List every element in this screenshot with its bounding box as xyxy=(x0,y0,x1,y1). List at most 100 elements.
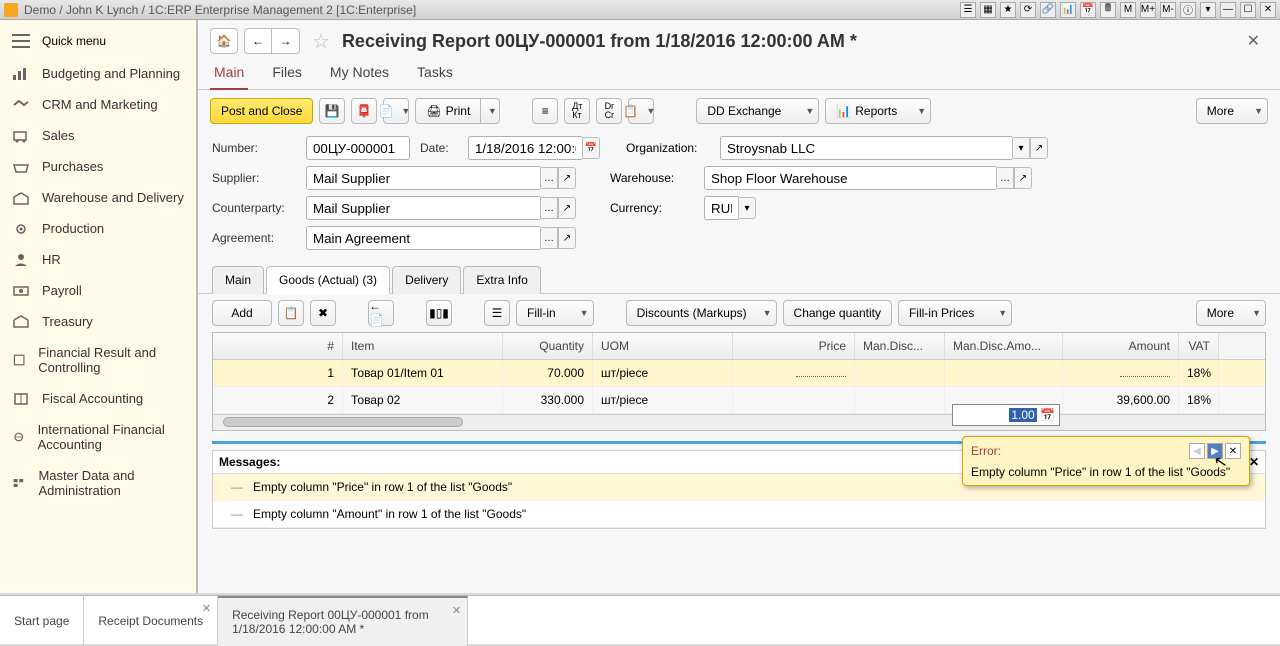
error-prev-icon[interactable]: ◀ xyxy=(1189,443,1205,459)
back-button[interactable]: ← xyxy=(244,28,272,54)
dr-cr-button[interactable]: ДтКт xyxy=(564,98,590,124)
tab-receipt-docs[interactable]: Receipt Documents✕ xyxy=(84,596,218,645)
post-close-button[interactable]: Post and Close xyxy=(210,98,313,124)
dropdown-icon[interactable]: ▾ xyxy=(738,197,756,219)
tab-notes[interactable]: My Notes xyxy=(326,58,393,89)
select-icon[interactable]: … xyxy=(996,167,1014,189)
info-icon[interactable]: ⓘ xyxy=(1180,2,1196,18)
tb-icon[interactable]: ▦ xyxy=(980,2,996,18)
sidebar-item-financial[interactable]: Financial Result and Controlling xyxy=(0,337,196,383)
tb-icon[interactable]: 🔗 xyxy=(1040,2,1056,18)
tb-icon[interactable]: 📊 xyxy=(1060,2,1076,18)
forward-button[interactable]: → xyxy=(272,28,300,54)
barcode-button[interactable]: ▮▯▮ xyxy=(426,300,452,326)
sidebar-item-payroll[interactable]: Payroll xyxy=(0,275,196,306)
more-button[interactable]: More▼ xyxy=(1196,98,1268,124)
col-mdisc[interactable]: Man.Disc... xyxy=(855,333,945,359)
save-button[interactable]: 💾 xyxy=(319,98,345,124)
col-mdiscamt[interactable]: Man.Disc.Amo... xyxy=(945,333,1063,359)
error-close-icon[interactable]: ✕ xyxy=(1225,443,1241,459)
add-button[interactable]: Add xyxy=(212,300,272,326)
related-button[interactable]: 📋▼ xyxy=(628,98,654,124)
close-window-icon[interactable]: ✕ xyxy=(1260,2,1276,18)
date-input[interactable] xyxy=(468,136,582,160)
sidebar-item-ifa[interactable]: International Financial Accounting xyxy=(0,414,196,460)
post-button[interactable]: 📮 xyxy=(351,98,377,124)
wh-input[interactable] xyxy=(704,166,996,190)
quick-menu[interactable]: Quick menu xyxy=(0,24,196,58)
subtab-main[interactable]: Main xyxy=(212,266,264,294)
tab-files[interactable]: Files xyxy=(268,58,306,89)
reports-button[interactable]: 📊 Reports▼ xyxy=(825,98,931,124)
message-item[interactable]: Empty column "Amount" in row 1 of the li… xyxy=(213,501,1265,528)
list-button[interactable]: ☰ xyxy=(484,300,510,326)
col-qty[interactable]: Quantity xyxy=(503,333,593,359)
select-icon[interactable]: … xyxy=(540,227,558,249)
create-button[interactable]: 📄▼ xyxy=(383,98,409,124)
price-cell-editing[interactable] xyxy=(733,360,855,386)
import-button[interactable]: ←📄 xyxy=(368,300,394,326)
change-qty-button[interactable]: Change quantity xyxy=(783,300,892,326)
table-row[interactable]: 1 Товар 01/Item 01 70.000 шт/piece 18% xyxy=(213,360,1265,387)
subtab-goods[interactable]: Goods (Actual) (3) xyxy=(266,266,390,294)
sidebar-item-master[interactable]: Master Data and Administration xyxy=(0,460,196,506)
sidebar-item-fiscal[interactable]: Fiscal Accounting xyxy=(0,383,196,414)
col-vat[interactable]: VAT xyxy=(1179,333,1219,359)
close-tab-icon[interactable]: ✕ xyxy=(202,602,211,615)
home-button[interactable]: 🏠 xyxy=(210,28,238,54)
agr-input[interactable] xyxy=(306,226,540,250)
open-icon[interactable]: ↗ xyxy=(1014,167,1032,189)
sidebar-item-hr[interactable]: HR xyxy=(0,244,196,275)
tb-m[interactable]: M xyxy=(1120,2,1136,18)
discounts-button[interactable]: Discounts (Markups)▼ xyxy=(626,300,777,326)
maximize-icon[interactable]: ☐ xyxy=(1240,2,1256,18)
open-icon[interactable]: ↗ xyxy=(558,197,576,219)
table-row[interactable]: 2 Товар 02 330.000 шт/piece 39,600.00 18… xyxy=(213,387,1265,414)
col-uom[interactable]: UOM xyxy=(593,333,733,359)
print-dropdown[interactable]: ▼ xyxy=(480,98,500,124)
sidebar-item-warehouse[interactable]: Warehouse and Delivery xyxy=(0,182,196,213)
tab-main[interactable]: Main xyxy=(210,58,248,90)
tb-mminus[interactable]: M- xyxy=(1160,2,1176,18)
tb-icon[interactable]: ☰ xyxy=(960,2,976,18)
close-tab-icon[interactable]: ✕ xyxy=(452,604,461,617)
tab-current[interactable]: Receiving Report 00ЦУ-000001 from 1/18/2… xyxy=(218,596,468,646)
dropdown-icon[interactable]: ▾ xyxy=(1200,2,1216,18)
open-icon[interactable]: ↗ xyxy=(1030,137,1048,159)
sidebar-item-purchases[interactable]: Purchases xyxy=(0,151,196,182)
sidebar-item-treasury[interactable]: Treasury xyxy=(0,306,196,337)
cur-input[interactable] xyxy=(704,196,738,220)
sidebar-item-sales[interactable]: Sales xyxy=(0,120,196,151)
tb-icon[interactable]: 📅 xyxy=(1080,2,1096,18)
tb-mplus[interactable]: M+ xyxy=(1140,2,1156,18)
col-price[interactable]: Price xyxy=(733,333,855,359)
subtab-extra[interactable]: Extra Info xyxy=(463,266,540,294)
minimize-icon[interactable]: — xyxy=(1220,2,1236,18)
supplier-input[interactable] xyxy=(306,166,540,190)
sidebar-item-crm[interactable]: CRM and Marketing xyxy=(0,89,196,120)
select-icon[interactable]: … xyxy=(540,167,558,189)
cp-input[interactable] xyxy=(306,196,540,220)
fillin-button[interactable]: Fill-in▼ xyxy=(516,300,594,326)
fillin-prices-button[interactable]: Fill-in Prices▼ xyxy=(898,300,1012,326)
horizontal-scrollbar[interactable] xyxy=(213,414,1265,430)
structure-button[interactable]: ≡ xyxy=(532,98,558,124)
col-item[interactable]: Item xyxy=(343,333,503,359)
delete-button[interactable]: ✖ xyxy=(310,300,336,326)
favorite-icon[interactable]: ☆ xyxy=(312,29,330,54)
grid-more-button[interactable]: More▼ xyxy=(1196,300,1266,326)
print-button[interactable]: 🖨 Print xyxy=(415,98,480,124)
dropdown-icon[interactable]: ▾ xyxy=(1012,137,1030,159)
sidebar-item-budgeting[interactable]: Budgeting and Planning xyxy=(0,58,196,89)
org-input[interactable] xyxy=(720,136,1012,160)
copy-button[interactable]: 📋 xyxy=(278,300,304,326)
col-amount[interactable]: Amount xyxy=(1063,333,1179,359)
col-num[interactable]: # xyxy=(213,333,343,359)
close-messages-icon[interactable]: ✕ xyxy=(1249,455,1259,469)
open-icon[interactable]: ↗ xyxy=(558,227,576,249)
dd-exchange-button[interactable]: DD Exchange▼ xyxy=(696,98,819,124)
dr-cr-alt-button[interactable]: DrCr xyxy=(596,98,622,124)
open-icon[interactable]: ↗ xyxy=(558,167,576,189)
select-icon[interactable]: … xyxy=(540,197,558,219)
sidebar-item-production[interactable]: Production xyxy=(0,213,196,244)
